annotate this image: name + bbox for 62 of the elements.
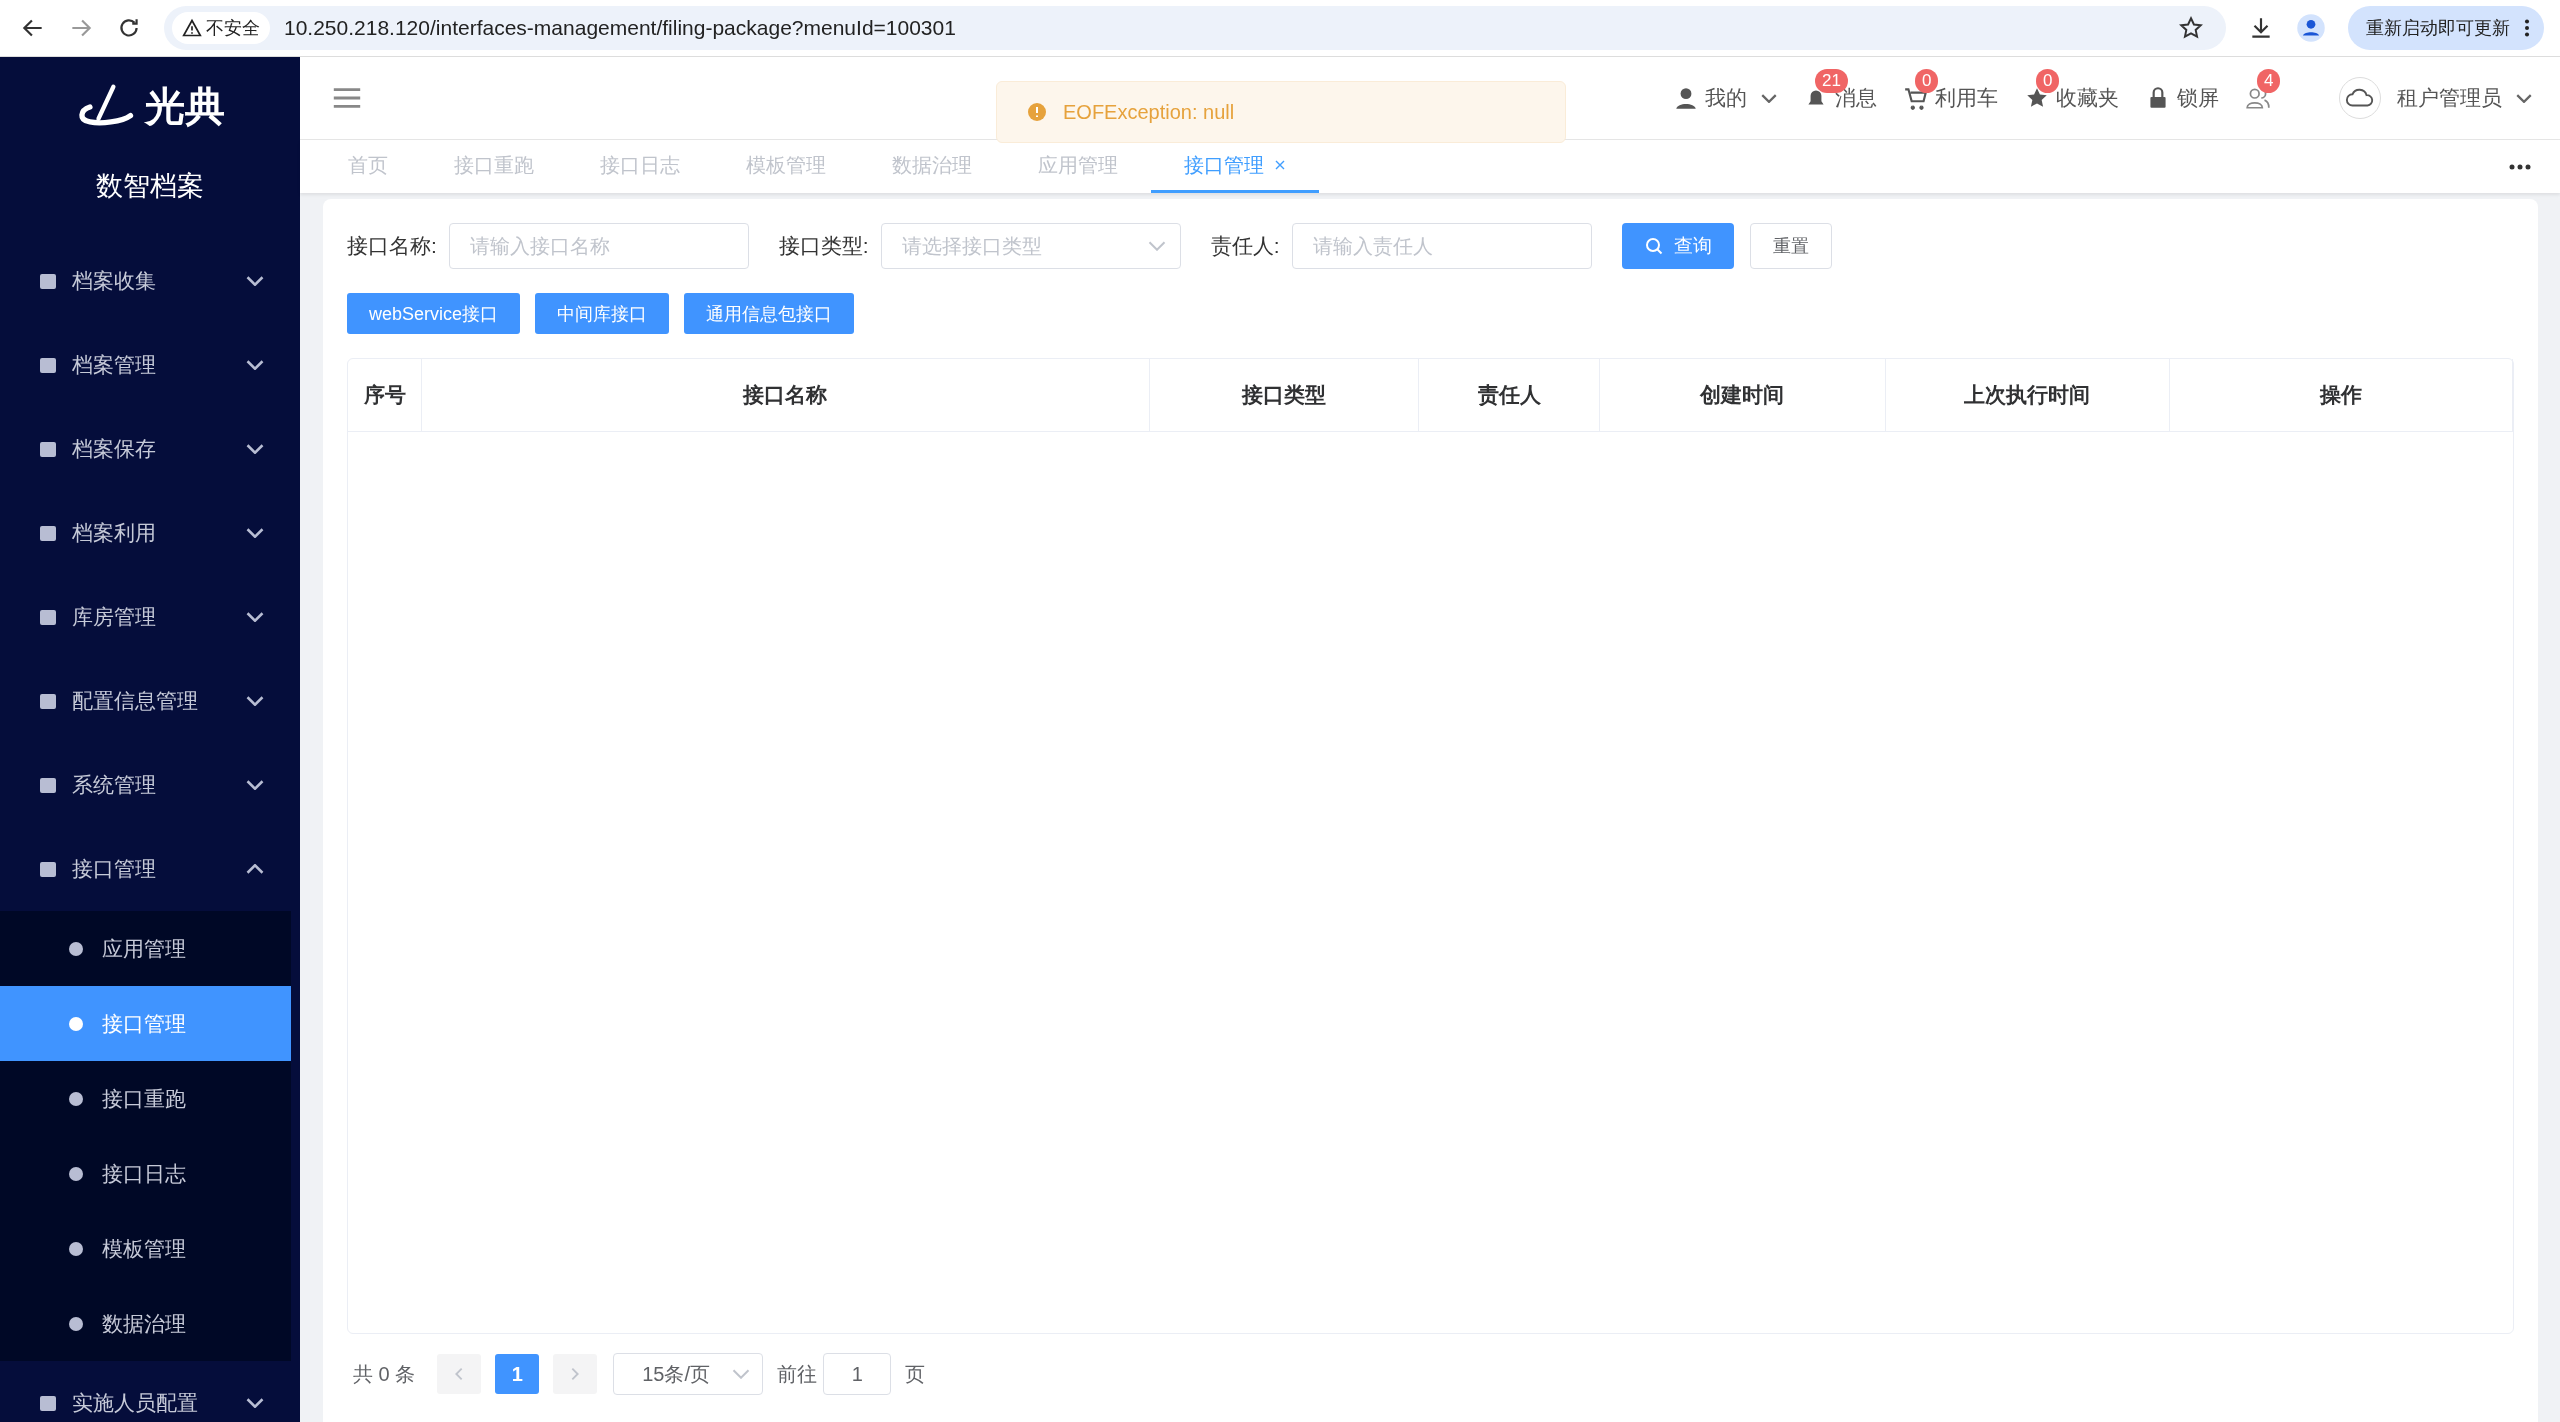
more-icon: [2524, 17, 2530, 39]
chevron-icon: [732, 1369, 751, 1379]
menu-item[interactable]: 档案管理: [0, 323, 300, 407]
submenu-item[interactable]: 数据治理: [0, 1286, 291, 1361]
security-chip[interactable]: 不安全: [172, 12, 270, 44]
column-header: 创建时间: [1599, 359, 1886, 431]
chevron-icon: [2516, 93, 2532, 103]
profile-icon[interactable]: [2296, 13, 2326, 43]
column-header: 接口名称: [422, 359, 1150, 431]
header-action[interactable]: 锁屏: [2145, 66, 2219, 130]
url-text: 10.250.218.120/interfaces-management/filing-package?menuId=100301: [284, 16, 957, 40]
menu-item[interactable]: 实施人员配置: [0, 1361, 300, 1422]
account-menu[interactable]: 租户管理员: [2339, 59, 2532, 137]
security-label: 不安全: [206, 17, 260, 40]
column-header: 操作: [2170, 359, 2513, 431]
toast-message: EOFException: null: [1063, 100, 1235, 124]
menu-item[interactable]: 配置信息管理: [0, 659, 300, 743]
count-badge: 0: [2036, 69, 2060, 93]
header-action[interactable]: 0 利用车: [1903, 66, 1998, 130]
field-label: 责任人:: [1210, 233, 1280, 259]
menu-item[interactable]: 档案利用: [0, 491, 300, 575]
column-header: 接口类型: [1149, 359, 1420, 431]
header-icon: [1903, 85, 1929, 111]
menu-item[interactable]: 档案保存: [0, 407, 300, 491]
menu-item[interactable]: 接口管理: [0, 827, 300, 911]
more-icon[interactable]: [2508, 163, 2532, 170]
count-badge: 4: [2257, 69, 2281, 93]
alert-icon: [1027, 102, 1047, 122]
warning-icon: [182, 18, 202, 38]
field-label: 接口名称:: [347, 233, 437, 259]
search-icon: [1643, 236, 1664, 256]
app-name: 数智档案: [96, 170, 204, 203]
cloud-icon: [2345, 88, 2375, 108]
input-field[interactable]: 请输入责任人: [1291, 223, 1592, 269]
bookmark-star-icon[interactable]: [2178, 15, 2204, 41]
total-count: 共 0 条: [353, 1361, 416, 1387]
submenu-item[interactable]: 接口重跑: [0, 1061, 291, 1136]
address-bar[interactable]: 不安全 10.250.218.120/interfaces-management/filing-package?menuId=100301: [164, 6, 2226, 50]
update-button[interactable]: 重新启动即可更新: [2348, 6, 2544, 50]
submenu-item[interactable]: 接口日志: [0, 1136, 291, 1211]
submenu-item[interactable]: 应用管理: [0, 911, 291, 986]
chevron-icon: [1147, 241, 1166, 251]
column-header: 责任人: [1419, 359, 1600, 431]
field-label: 接口类型:: [778, 233, 869, 259]
page-size-select[interactable]: 15条/页: [613, 1353, 764, 1395]
logo-text: 光典: [145, 83, 225, 130]
header-action[interactable]: 0 收藏夹: [2024, 66, 2119, 130]
goto-label: 前往: [777, 1361, 818, 1387]
column-header: 上次执行时间: [1885, 359, 2170, 431]
reset-button[interactable]: 重置: [1749, 223, 1832, 269]
input-field[interactable]: 请输入接口名称: [448, 223, 749, 269]
close-icon[interactable]: [1274, 159, 1286, 171]
page-suffix: 页: [905, 1361, 926, 1387]
column-header: 序号: [348, 359, 423, 431]
page-input[interactable]: 1: [823, 1353, 892, 1395]
menu-item[interactable]: 库房管理: [0, 575, 300, 659]
user-icon: [1673, 85, 1699, 111]
menu-item[interactable]: 档案收集: [0, 239, 300, 323]
user-menu[interactable]: 我的: [1673, 66, 1777, 130]
menu-item[interactable]: 系统管理: [0, 743, 300, 827]
submenu-item[interactable]: 模板管理: [0, 1211, 291, 1286]
chevron-icon: [1761, 93, 1777, 103]
